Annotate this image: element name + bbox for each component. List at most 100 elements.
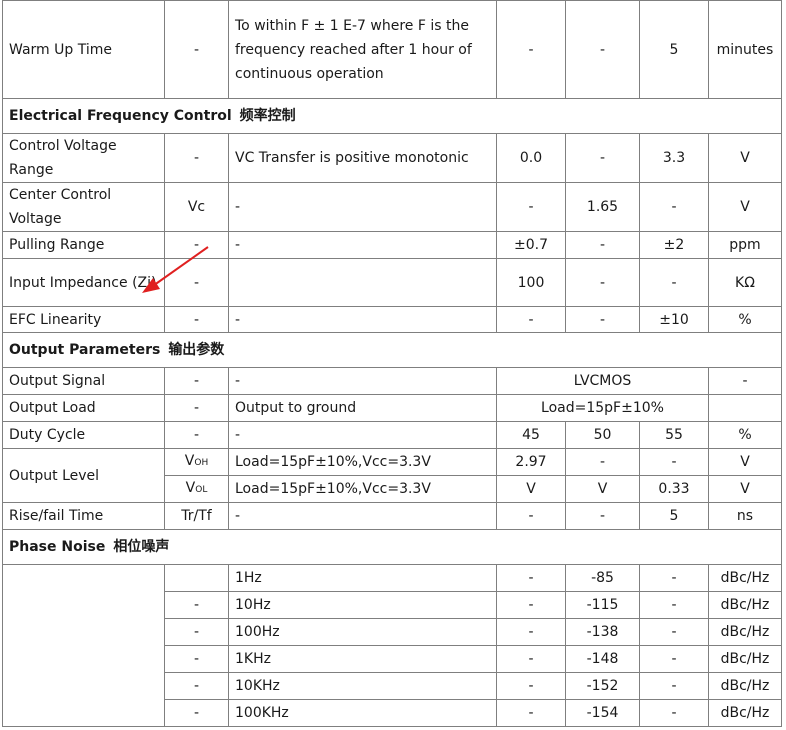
param-cell: Duty Cycle — [2, 421, 165, 449]
condition-cell: 10Hz — [228, 591, 497, 619]
max-cell: - — [639, 591, 709, 619]
symbol-cell: Vc — [164, 182, 229, 232]
warmup-row: Warm Up Time - To within F ± 1 E-7 where… — [2, 0, 782, 99]
condition-cell — [228, 258, 497, 307]
symbol-cell: - — [164, 394, 229, 422]
max-cell: ±2 — [639, 231, 709, 259]
param-cell: Center Control Voltage — [2, 182, 165, 232]
condition-cell: 10KHz — [228, 672, 497, 700]
max-cell: - — [639, 699, 709, 727]
condition-cell: Load=15pF±10%,Vcc=3.3V — [228, 448, 497, 476]
condition-cell: 100KHz — [228, 699, 497, 727]
min-cell: 45 — [496, 421, 566, 449]
typ-cell: -115 — [565, 591, 640, 619]
output-level-voh-row: Output Level VOH Load=15pF±10%,Vcc=3.3V … — [2, 448, 782, 503]
output-section-row: Output Parameters 输出参数 — [2, 332, 782, 368]
param-cell: EFC Linearity — [2, 306, 165, 333]
max-cell: 5 — [639, 0, 709, 99]
unit-cell: ppm — [708, 231, 782, 259]
typ-cell: V — [565, 475, 640, 503]
max-cell: - — [639, 182, 709, 232]
condition-cell: - — [228, 306, 497, 333]
typ-cell: - — [565, 448, 640, 476]
unit-cell: V — [708, 475, 782, 503]
unit-cell: V — [708, 133, 782, 183]
section-title-cn: 输出参数 — [168, 342, 225, 358]
min-cell: - — [496, 699, 566, 727]
typ-cell: -85 — [565, 564, 640, 592]
symbol-subscript: OH — [194, 458, 209, 468]
max-cell: - — [639, 564, 709, 592]
condition-cell: - — [228, 367, 497, 395]
symbol-cell: - — [164, 645, 229, 673]
phase-section-row: Phase Noise 相位噪声 — [2, 529, 782, 565]
condition-cell: To within F ± 1 E-7 where F is the frequ… — [228, 0, 497, 99]
typ-cell: -152 — [565, 672, 640, 700]
unit-cell: dBc/Hz — [708, 591, 782, 619]
condition-cell: 100Hz — [228, 618, 497, 646]
efc-row: Pulling Range - - ±0.7 - ±2 ppm — [2, 231, 782, 259]
max-cell: ±10 — [639, 306, 709, 333]
typ-cell: - — [565, 306, 640, 333]
typ-cell: 50 — [565, 421, 640, 449]
symbol-cell: - — [164, 591, 229, 619]
section-heading: Phase Noise 相位噪声 — [2, 529, 782, 565]
typ-cell: - — [565, 502, 640, 530]
param-cell: Rise/fail Time — [2, 502, 165, 530]
symbol-base: V — [185, 480, 196, 496]
symbol-cell: VOH — [164, 448, 229, 476]
symbol-cell: VOL — [164, 475, 229, 503]
efc-row: Input Impedance (Zi) - 100 - - KΩ — [2, 258, 782, 307]
param-cell: Input Impedance (Zi) — [2, 258, 165, 307]
unit-cell: V — [708, 182, 782, 232]
section-heading: Output Parameters 输出参数 — [2, 332, 782, 368]
condition-cell: - — [228, 502, 497, 530]
unit-cell: KΩ — [708, 258, 782, 307]
unit-cell: V — [708, 448, 782, 476]
max-cell: - — [639, 672, 709, 700]
condition-cell: Output to ground — [228, 394, 497, 422]
unit-cell: dBc/Hz — [708, 699, 782, 727]
section-title-en: Electrical Frequency Control — [9, 108, 232, 124]
value-cell: Load=15pF±10% — [496, 394, 709, 422]
symbol-cell: - — [164, 258, 229, 307]
typ-cell: -154 — [565, 699, 640, 727]
param-cell: Output Load — [2, 394, 165, 422]
symbol-cell: - — [164, 672, 229, 700]
rise-fall-row: Rise/fail Time Tr/Tf - - - 5 ns — [2, 502, 782, 530]
param-cell — [2, 564, 165, 727]
spec-table: Warm Up Time - To within F ± 1 E-7 where… — [2, 0, 782, 727]
efc-linearity-row-highlighted: EFC Linearity - - - - ±10 % — [2, 306, 782, 333]
symbol-cell: - — [164, 367, 229, 395]
symbol-cell: - — [164, 306, 229, 333]
unit-cell — [708, 394, 782, 422]
max-cell: - — [639, 258, 709, 307]
condition-cell: - — [228, 182, 497, 232]
min-cell: - — [496, 591, 566, 619]
param-cell: Output Signal — [2, 367, 165, 395]
min-cell: - — [496, 618, 566, 646]
typ-cell: - — [565, 0, 640, 99]
section-heading: Electrical Frequency Control 频率控制 — [2, 98, 782, 134]
unit-cell: % — [708, 306, 782, 333]
section-title-en: Output Parameters — [9, 342, 161, 358]
unit-cell: dBc/Hz — [708, 618, 782, 646]
max-cell: 5 — [639, 502, 709, 530]
symbol-cell: - — [164, 133, 229, 183]
min-cell: V — [496, 475, 566, 503]
unit-cell: % — [708, 421, 782, 449]
typ-cell: - — [565, 231, 640, 259]
min-cell: - — [496, 672, 566, 700]
min-cell: ±0.7 — [496, 231, 566, 259]
condition-cell: 1Hz — [228, 564, 497, 592]
max-cell: 3.3 — [639, 133, 709, 183]
unit-cell: ns — [708, 502, 782, 530]
section-title-en: Phase Noise — [9, 539, 106, 555]
min-cell: - — [496, 182, 566, 232]
efc-row: Control Voltage Range - VC Transfer is p… — [2, 133, 782, 183]
symbol-cell: Tr/Tf — [164, 502, 229, 530]
min-cell: 0.0 — [496, 133, 566, 183]
max-cell: - — [639, 448, 709, 476]
typ-cell: - — [565, 133, 640, 183]
duty-cycle-row: Duty Cycle - - 45 50 55 % — [2, 421, 782, 449]
